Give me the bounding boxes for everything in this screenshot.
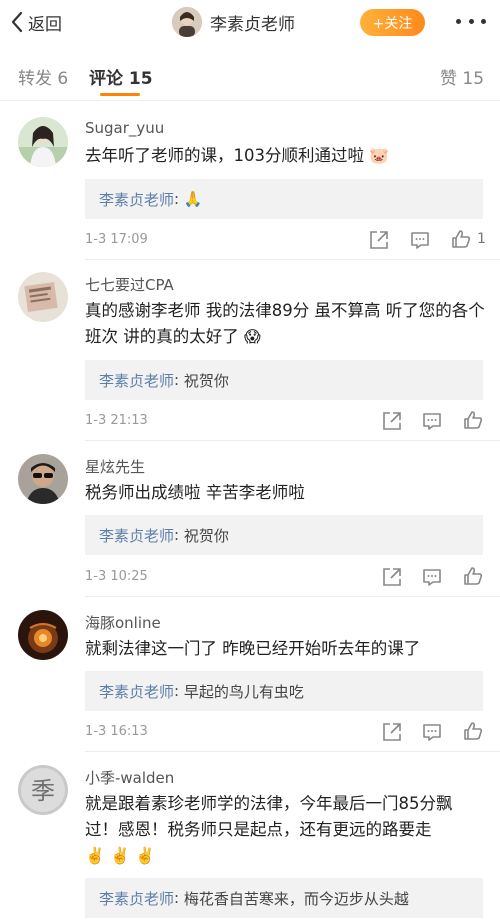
thumbs-up-icon[interactable] — [462, 409, 484, 431]
comment-time: 1-3 17:09 — [85, 232, 148, 247]
pig-emoji-icon: 🐷 — [369, 146, 390, 165]
reply-box[interactable]: 李素贞老师 : 祝贺你 — [85, 360, 483, 400]
repost-icon[interactable] — [381, 721, 403, 743]
tab-likes[interactable]: 赞 15 — [440, 64, 484, 89]
reply-box[interactable]: 李素贞老师 : 梅花香自苦寒来，而今迈步从头越 — [85, 878, 483, 918]
comment-author[interactable]: 星炫先生 — [85, 456, 145, 477]
comment-author[interactable]: 小季-walden — [85, 767, 174, 788]
comment-icon[interactable] — [421, 721, 443, 743]
back-label: 返回 — [28, 14, 62, 35]
reply-box[interactable]: 李素贞老师 : 祝贺你 — [85, 515, 483, 555]
comment-time: 1-3 10:25 — [85, 569, 148, 584]
victory-hand-icon: ✌️ ✌️ ✌️ — [85, 846, 155, 865]
reply-box[interactable]: 李素贞老师 : 🙏 — [85, 179, 483, 219]
thumbs-up-icon[interactable] — [450, 228, 472, 250]
thumbs-up-icon[interactable] — [462, 565, 484, 587]
reply-text: 祝贺你 — [183, 526, 229, 545]
surprised-emoji-icon: 😱 — [244, 327, 261, 346]
avatar[interactable] — [18, 117, 68, 167]
repost-icon[interactable] — [381, 410, 403, 432]
comment-time: 1-3 21:13 — [85, 413, 148, 428]
comment-text: 就是跟着素珍老师学的法律，今年最后一门85分飘过！感恩！税务师只是起点，还有更远… — [85, 791, 485, 869]
comment-icon[interactable] — [421, 410, 443, 432]
divider — [0, 100, 500, 101]
avatar[interactable]: 季 — [18, 765, 68, 815]
chevron-left-icon — [11, 11, 23, 33]
profile-title[interactable]: 李素贞老师 — [172, 6, 295, 38]
comment-author[interactable]: Sugar_yuu — [85, 119, 164, 137]
reply-author[interactable]: 李素贞老师 — [99, 681, 174, 702]
thumbs-up-icon[interactable] — [462, 720, 484, 742]
comment-text: 就剩法律这一门了 昨晚已经开始听去年的课了 — [85, 639, 421, 658]
comment-text: 税务师出成绩啦 辛苦李老师啦 — [85, 483, 305, 502]
divider — [85, 596, 500, 597]
divider — [85, 259, 500, 260]
avatar[interactable] — [18, 272, 68, 322]
reply-author[interactable]: 李素贞老师 — [99, 370, 174, 391]
reply-text: 早起的鸟儿有虫吃 — [183, 682, 304, 701]
follow-button[interactable]: +关注 — [360, 9, 425, 36]
comment-icon[interactable] — [421, 566, 443, 588]
repost-icon[interactable] — [368, 229, 390, 251]
divider — [85, 440, 500, 441]
comment-author[interactable]: 海豚online — [85, 612, 161, 633]
more-dots-icon[interactable] — [456, 14, 486, 28]
page-title: 李素贞老师 — [210, 14, 295, 35]
reply-text: 梅花香自苦寒来，而今迈步从头越 — [183, 889, 409, 908]
avatar[interactable] — [18, 610, 68, 660]
reply-text: 🙏 — [183, 190, 203, 208]
avatar — [172, 7, 202, 37]
comment-time: 1-3 16:13 — [85, 724, 148, 739]
like-count: 1 — [477, 231, 486, 247]
comment-text: 真的感谢李老师 我的法律89分 虽不算高 听了您的各个班次 讲的真的太好了 😱 — [85, 298, 485, 350]
divider — [85, 751, 500, 752]
comment-icon[interactable] — [409, 229, 431, 251]
avatar[interactable] — [18, 454, 68, 504]
reply-author[interactable]: 李素贞老师 — [99, 525, 174, 546]
repost-icon[interactable] — [381, 566, 403, 588]
comment-text: 去年听了老师的课，103分顺利通过啦 🐷 — [85, 143, 485, 169]
reply-box[interactable]: 李素贞老师 : 早起的鸟儿有虫吃 — [85, 671, 483, 711]
reply-author[interactable]: 李素贞老师 — [99, 189, 174, 210]
back-button[interactable]: 返回 — [10, 8, 62, 36]
avatar-text: 季 — [31, 777, 55, 805]
reply-text: 祝贺你 — [183, 371, 229, 390]
tab-repost[interactable]: 转发 6 — [18, 64, 68, 89]
reply-author[interactable]: 李素贞老师 — [99, 888, 174, 909]
comment-author[interactable]: 七七要过CPA — [85, 274, 174, 295]
tab-comments[interactable]: 评论 15 — [89, 64, 153, 89]
active-tab-indicator — [100, 93, 140, 96]
tab-bar: 转发 6 评论 15 赞 15 — [0, 52, 500, 102]
top-nav-bar: 返回 李素贞老师 +关注 — [0, 0, 500, 44]
